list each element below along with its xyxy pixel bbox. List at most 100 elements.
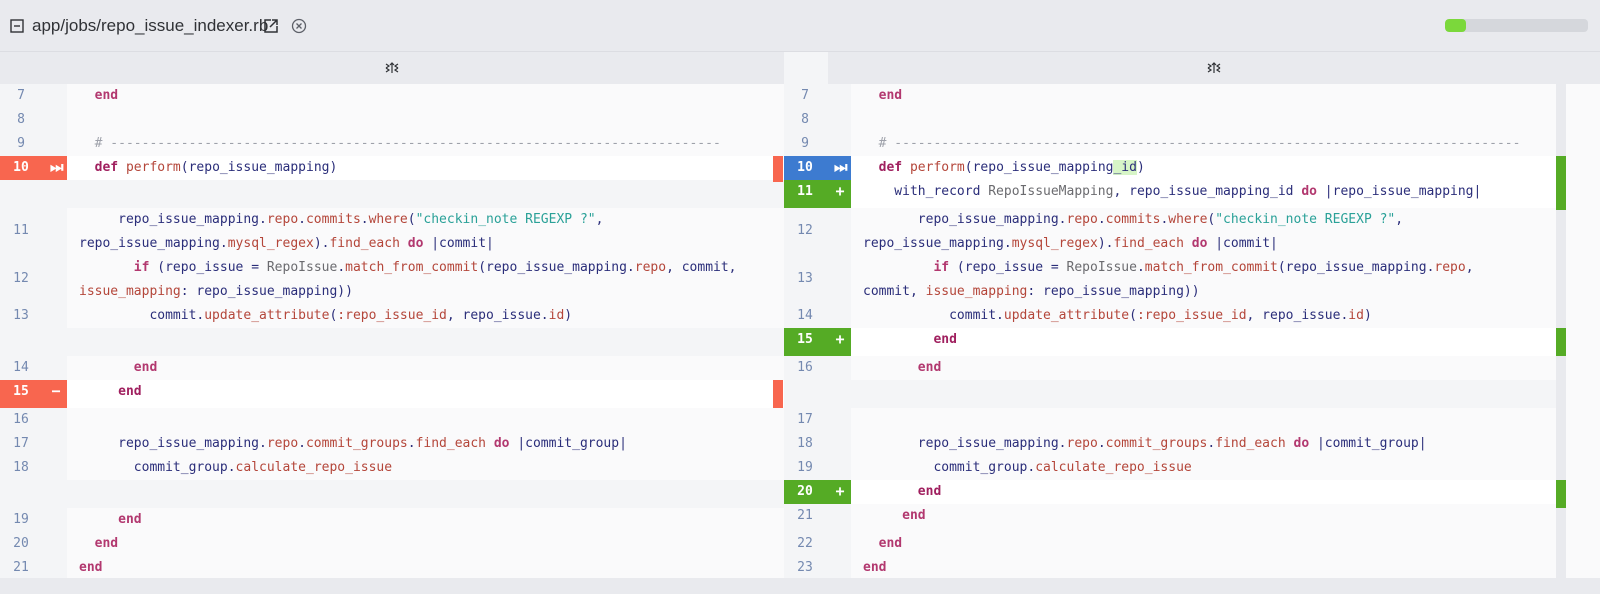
line-number: 12 [13, 271, 29, 286]
code-token: repo [1066, 436, 1098, 451]
external-link-icon[interactable] [262, 17, 280, 35]
removed-line-icon: − [51, 382, 61, 400]
line-gutter[interactable]: 8 [0, 108, 67, 132]
code-token: repo [266, 436, 299, 451]
file-header: app/jobs/repo_issue_indexer.rb [0, 0, 1600, 52]
code-text: commit_group.calculate_repo_issue [863, 456, 1556, 480]
code-text: end [79, 508, 784, 532]
code-line: end [67, 380, 784, 408]
line-gutter[interactable]: 11 + [784, 180, 851, 208]
line-gutter[interactable]: 10 ⏭ [784, 156, 851, 182]
code-text: repo_issue_mapping.repo.commit_groups.fi… [863, 432, 1556, 456]
line-gutter[interactable]: 16 [0, 408, 67, 432]
expand-context-icon[interactable] [1207, 62, 1221, 74]
code-token: : repo_issue_mapping)) [180, 284, 353, 299]
line-gutter[interactable]: 13 [784, 256, 851, 304]
code-token: repo [266, 212, 299, 227]
code-line: end [67, 84, 784, 108]
line-gutter[interactable]: 18 [0, 456, 67, 480]
line-gutter[interactable]: 12 [784, 208, 851, 256]
code-token: find_each [329, 236, 400, 251]
line-gutter[interactable]: 20 [0, 532, 67, 556]
diff-line-row: 11 repo_issue_mapping.repo.commits.where… [0, 208, 784, 256]
diff-gap-row [0, 180, 784, 208]
code-token: (repo_issue_mapping) [180, 160, 338, 175]
line-gutter[interactable] [784, 380, 851, 408]
code-line: end [67, 556, 784, 580]
code-text: if (repo_issue = RepoIssue.match_from_co… [863, 256, 1556, 280]
code-token: def [863, 160, 910, 175]
diff-line-row: 20 + end [784, 480, 1556, 504]
line-gutter[interactable]: 19 [0, 508, 67, 532]
diff-line-row: 17 repo_issue_mapping.repo.commit_groups… [0, 432, 784, 456]
line-gutter[interactable]: 17 [0, 432, 67, 456]
line-gutter[interactable]: 9 [0, 132, 67, 156]
line-number: 7 [17, 88, 25, 103]
line-number: 7 [801, 88, 809, 103]
line-gutter[interactable]: 19 [784, 456, 851, 480]
code-text: commit.update_attribute(:repo_issue_id, … [79, 304, 784, 328]
line-gutter[interactable]: 21 [0, 556, 67, 580]
line-gutter[interactable]: 21 [784, 504, 851, 532]
line-gutter[interactable]: 20 + [784, 480, 851, 504]
line-gutter[interactable]: 14 [0, 356, 67, 380]
line-gutter[interactable]: 8 [784, 108, 851, 132]
code-token: ). [313, 236, 330, 251]
code-token: repo_issue_mapping. [863, 212, 1067, 227]
code-text: end [863, 328, 1556, 352]
line-number: 9 [801, 136, 809, 151]
code-line: end [851, 504, 1556, 532]
line-number: 19 [797, 460, 813, 475]
collapse-minus-icon[interactable] [10, 19, 24, 33]
line-gutter[interactable]: 10 ⏭ [0, 156, 67, 182]
added-line-icon: + [835, 482, 845, 500]
right-diff-pane: 7 end 8 9 # ------------------------------… [784, 84, 1556, 580]
line-gutter[interactable]: 16 [784, 356, 851, 380]
line-number: 13 [797, 271, 813, 286]
line-gutter[interactable]: 18 [784, 432, 851, 456]
line-gutter[interactable] [0, 328, 67, 356]
code-token: , repo_issue_mapping_id [1113, 184, 1302, 199]
line-gutter[interactable]: 15 + [784, 328, 851, 356]
code-text: commit_group.calculate_repo_issue [79, 456, 784, 480]
line-gutter[interactable]: 13 [0, 304, 67, 328]
code-token: repo [1066, 212, 1098, 227]
line-gutter[interactable]: 7 [0, 84, 67, 108]
code-token: , [1465, 260, 1474, 275]
code-token: def [79, 160, 126, 175]
code-text: end [79, 84, 784, 108]
code-token: match_from_commit [1144, 260, 1278, 275]
diff-line-row: 16 [0, 408, 784, 432]
line-gutter[interactable]: 17 [784, 408, 851, 432]
bottom-bar [0, 578, 1600, 594]
code-token: repo_issue_mapping. [863, 236, 1012, 251]
line-gutter[interactable]: 23 [784, 556, 851, 580]
code-token: mysql_regex [227, 236, 314, 251]
code-token: end [79, 384, 142, 399]
code-token: end [79, 88, 119, 103]
line-gutter[interactable]: 22 [784, 532, 851, 556]
close-circle-icon[interactable] [291, 18, 307, 34]
line-number: 8 [801, 112, 809, 127]
code-text: def perform(repo_issue_mapping_id) [863, 156, 1556, 180]
code-token: perform [909, 160, 965, 175]
code-text-wrapped: issue_mapping: repo_issue_mapping)) [79, 280, 784, 304]
code-text: # --------------------------------------… [79, 132, 784, 156]
line-gutter[interactable]: 14 [784, 304, 851, 328]
code-token: update_attribute [204, 308, 330, 323]
line-gutter[interactable] [0, 180, 67, 208]
line-number: 9 [17, 136, 25, 151]
line-gutter[interactable]: 11 [0, 208, 67, 256]
code-token: ) [1363, 308, 1372, 323]
code-token: commit_groups [305, 436, 408, 451]
line-gutter[interactable]: 15 − [0, 380, 67, 408]
line-gutter[interactable]: 12 [0, 256, 67, 304]
code-text: end [863, 84, 1556, 108]
line-gutter[interactable]: 7 [784, 84, 851, 108]
line-gutter[interactable] [0, 480, 67, 508]
expand-context-icon[interactable] [385, 62, 399, 74]
code-text: repo_issue_mapping.repo.commit_groups.fi… [79, 432, 784, 456]
line-gutter[interactable]: 9 [784, 132, 851, 156]
code-token: . [298, 436, 306, 451]
code-token: find_each [1215, 436, 1286, 451]
